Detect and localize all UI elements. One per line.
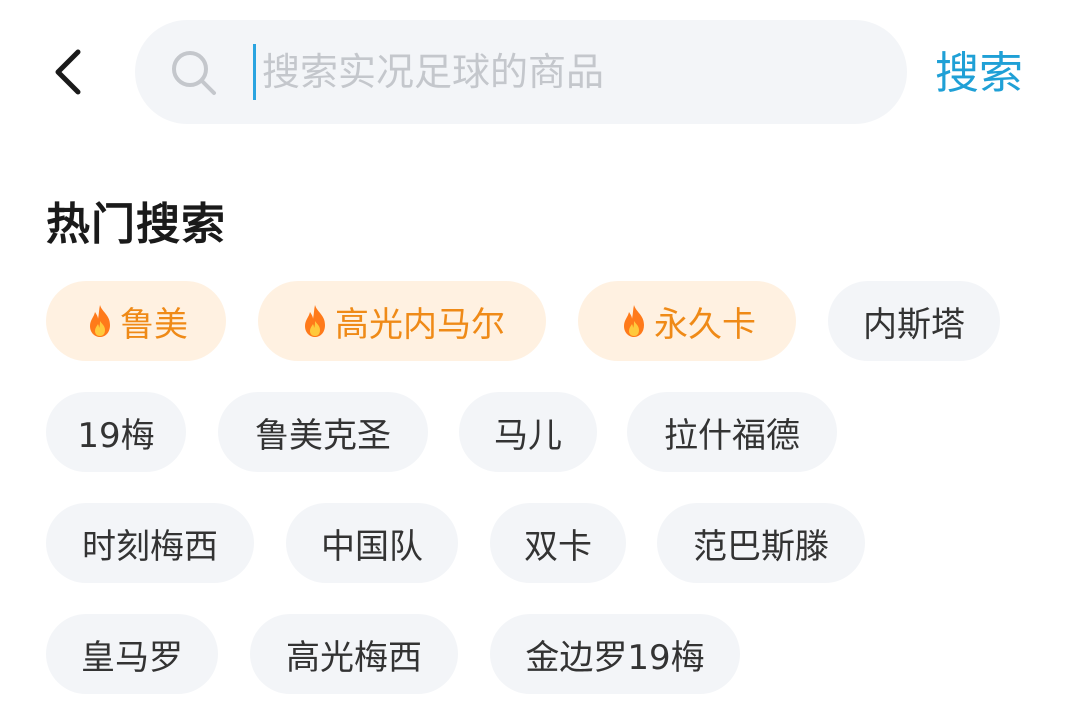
search-page: 搜索 热门搜索 鲁美 高光内马尔 永久卡 内斯塔 19梅 鲁美克圣 马儿 [0,0,1079,727]
tag-shike-meixi[interactable]: 时刻梅西 [46,503,254,583]
hot-tag-gaoguang-neimaer[interactable]: 高光内马尔 [258,281,546,361]
fire-icon [90,305,110,337]
back-button[interactable] [40,40,96,104]
tag-gaoguang-meixi[interactable]: 高光梅西 [250,614,458,694]
tag-neisita[interactable]: 内斯塔 [828,281,1000,361]
tag-19mei[interactable]: 19梅 [46,392,186,472]
tag-label: 高光梅西 [286,637,422,678]
tag-label: 拉什福德 [664,415,800,456]
tag-label: 19梅 [77,415,155,456]
tag-label: 皇马罗 [81,637,183,678]
tag-label: 鲁美 [120,304,188,345]
fire-icon [624,305,644,337]
tag-label: 永久卡 [654,304,756,345]
hot-tag-yongjiuka[interactable]: 永久卡 [578,281,796,361]
tag-lumei-kesheng[interactable]: 鲁美克圣 [218,392,428,472]
chevron-left-icon [55,49,81,95]
fire-icon [305,305,325,337]
hot-search-title: 热门搜索 [46,199,226,250]
tag-lashifude[interactable]: 拉什福德 [627,392,837,472]
tag-label: 马儿 [494,415,562,456]
search-icon [169,48,219,98]
tag-label: 双卡 [524,526,592,567]
search-input[interactable] [253,44,882,100]
tag-label: 时刻梅西 [82,526,218,567]
tag-fanbasiteng[interactable]: 范巴斯滕 [657,503,865,583]
tag-zhongguodui[interactable]: 中国队 [286,503,458,583]
tag-label: 金边罗19梅 [525,637,705,678]
tag-jinbianluo-19mei[interactable]: 金边罗19梅 [490,614,740,694]
tag-label: 内斯塔 [863,304,965,345]
tag-label: 中国队 [321,526,423,567]
tag-huangmaluo[interactable]: 皇马罗 [46,614,218,694]
search-button[interactable]: 搜索 [935,42,1023,106]
tag-label: 范巴斯滕 [693,526,829,567]
tag-label: 高光内马尔 [335,304,505,345]
tag-label: 鲁美克圣 [255,415,391,456]
hot-tag-lumei[interactable]: 鲁美 [46,281,226,361]
search-box[interactable] [135,20,907,124]
tag-shuangka[interactable]: 双卡 [490,503,626,583]
tag-maer[interactable]: 马儿 [459,392,597,472]
